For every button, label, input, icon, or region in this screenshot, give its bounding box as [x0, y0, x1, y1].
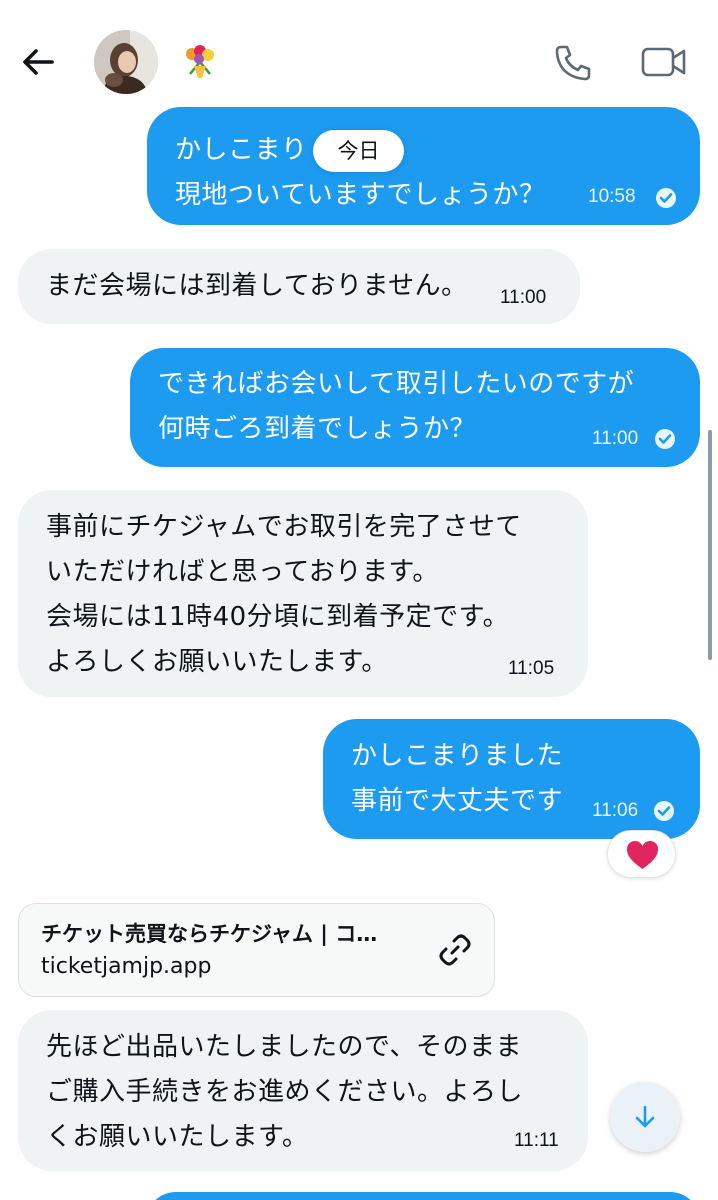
message-bubble-incoming[interactable]: 事前にチケジャムでお取引を完了させて いただければと思っております。 会場には1… — [18, 490, 588, 697]
message-bubble-outgoing[interactable]: できればお会いして取引したいのですが 何時ごろ到着でしょうか？ 11:00 — [130, 348, 700, 467]
arrow-down-icon — [635, 1105, 655, 1128]
read-check-icon — [654, 801, 674, 821]
contact-name-emoji — [180, 44, 220, 80]
link-icon — [439, 934, 471, 966]
link-title: チケット売買ならチケジャム | コ… — [41, 922, 378, 946]
message-text: かしこまりました 事前で大丈夫です — [351, 741, 564, 816]
link-preview-card[interactable]: チケット売買ならチケジャム | コ… ticketjamjp.app — [18, 903, 495, 997]
arrow-left-icon — [23, 49, 54, 75]
video-camera-icon — [641, 47, 686, 77]
link-domain: ticketjamjp.app — [41, 954, 212, 979]
message-text: 事前にチケジャムでお取引を完了させて いただければと思っております。 会場には1… — [46, 512, 522, 677]
video-call-button[interactable] — [640, 44, 688, 80]
back-button[interactable] — [18, 42, 58, 82]
message-bubble-incoming[interactable]: 先ほど出品いたしましたので、そのまま ご購入手続きをお進めください。よろし くお… — [18, 1010, 588, 1171]
message-bubble-outgoing[interactable]: かしこまりました 事前で大丈夫です 11:06 — [323, 719, 700, 839]
message-time: 11:05 — [508, 658, 555, 679]
conversation-header — [0, 0, 718, 118]
voice-call-button[interactable] — [552, 42, 594, 84]
message-time: 11:00 — [592, 428, 639, 449]
date-separator: 今日 — [313, 130, 404, 172]
bouquet-icon — [186, 45, 214, 78]
heart-icon — [627, 841, 658, 869]
read-check-icon — [656, 188, 676, 208]
message-time: 10:58 — [588, 186, 636, 207]
message-time: 11:00 — [500, 287, 547, 308]
avatar[interactable] — [94, 30, 158, 94]
message-bubble-incoming[interactable]: まだ会場には到着しておりません。 11:00 — [18, 249, 580, 324]
message-text: まだ会場には到着しておりません。 — [46, 271, 468, 301]
reaction-badge[interactable] — [607, 830, 676, 878]
phone-icon — [555, 45, 591, 81]
message-time: 11:06 — [592, 800, 639, 821]
scrollbar[interactable] — [708, 430, 712, 660]
message-bubble-outgoing[interactable]: かしこまり 現地ついていますでしょうか？ 10:58 — [147, 107, 700, 225]
message-text: 先ほど出品いたしましたので、そのまま ご購入手続きをお進めください。よろし くお… — [46, 1032, 524, 1152]
message-bubble-outgoing[interactable] — [146, 1192, 700, 1200]
profile-photo — [94, 30, 158, 94]
message-time: 11:11 — [514, 1130, 559, 1151]
scroll-to-bottom-button[interactable] — [610, 1082, 680, 1152]
message-text: できればお会いして取引したいのですが 何時ごろ到着でしょうか？ — [158, 369, 635, 444]
read-check-icon — [655, 429, 675, 449]
